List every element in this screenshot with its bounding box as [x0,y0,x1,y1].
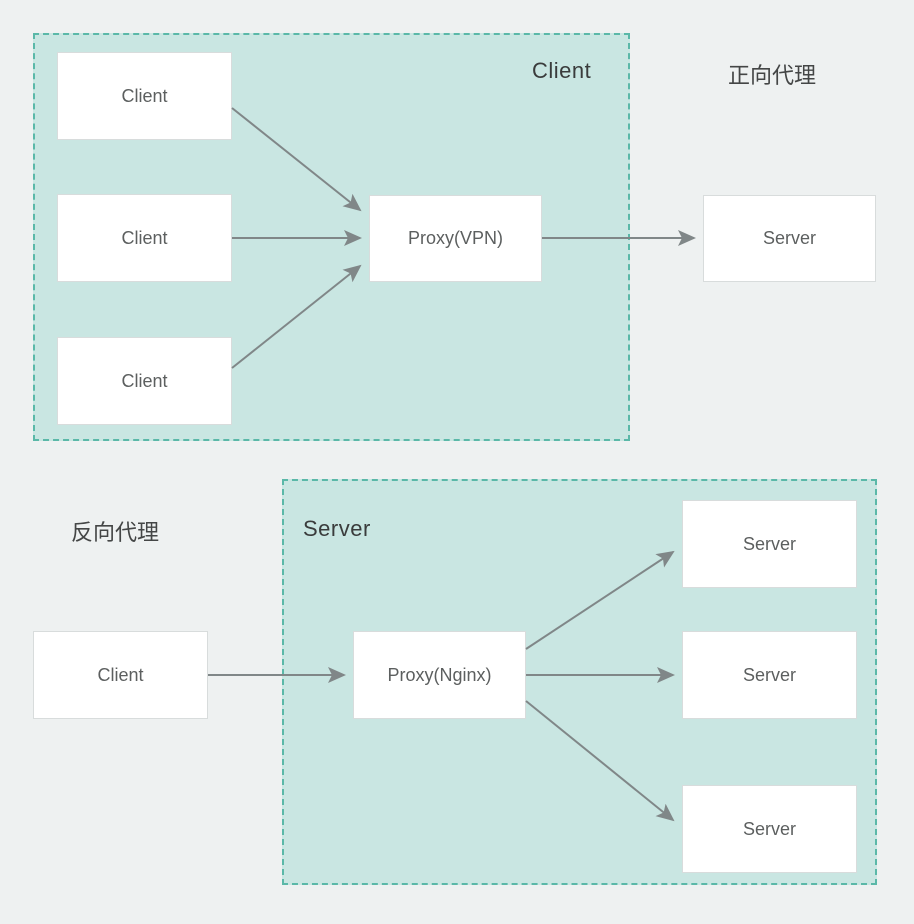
proxy-vpn-label: Proxy(VPN) [408,228,503,249]
client-box-2: Client [57,194,232,282]
forward-proxy-title: 正向代理 [728,58,816,90]
client-box-3-label: Client [121,371,167,392]
server-box-3: Server [682,785,857,873]
reverse-client-label: Client [97,665,143,686]
forward-server-label: Server [763,228,816,249]
client-container-label: Client [532,58,591,84]
reverse-client-box: Client [33,631,208,719]
server-box-2-label: Server [743,665,796,686]
client-box-1: Client [57,52,232,140]
forward-server-box: Server [703,195,876,282]
server-box-2: Server [682,631,857,719]
client-box-3: Client [57,337,232,425]
client-box-2-label: Client [121,228,167,249]
server-container-label: Server [303,516,371,542]
proxy-nginx-label: Proxy(Nginx) [387,665,491,686]
client-box-1-label: Client [121,86,167,107]
server-box-3-label: Server [743,819,796,840]
proxy-nginx-box: Proxy(Nginx) [353,631,526,719]
server-box-1: Server [682,500,857,588]
proxy-vpn-box: Proxy(VPN) [369,195,542,282]
reverse-proxy-title: 反向代理 [71,515,159,547]
server-box-1-label: Server [743,534,796,555]
